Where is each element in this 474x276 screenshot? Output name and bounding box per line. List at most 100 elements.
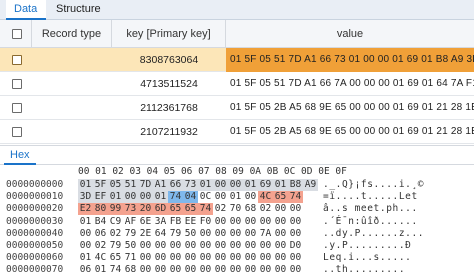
hex-byte[interactable]: 65 xyxy=(273,191,288,204)
hex-byte[interactable]: 00 xyxy=(213,179,228,191)
select-all-checkbox[interactable] xyxy=(12,29,22,39)
select-all-header[interactable] xyxy=(0,20,32,48)
hex-byte[interactable]: 00 xyxy=(138,264,153,276)
hex-byte[interactable]: 00 xyxy=(183,264,198,276)
hex-byte[interactable]: 01 xyxy=(78,252,93,264)
hex-line[interactable]: 0000000050 00 02 79 50 00 00 00 00 00 00 00 00 00 00 D0… xyxy=(0,240,474,252)
hex-byte[interactable]: 02 xyxy=(213,203,228,215)
hex-byte[interactable]: FB xyxy=(168,216,183,228)
hex-byte[interactable]: 50 xyxy=(123,240,138,252)
hex-byte[interactable]: 6E xyxy=(138,216,153,228)
hex-byte[interactable]: 20 xyxy=(138,203,153,216)
hex-line[interactable]: 0000000040 00 06 02 79 2E 64 79 50 00 00 00 00 7A 00 00… xyxy=(0,228,474,240)
hex-byte[interactable]: 00 xyxy=(78,240,93,252)
hex-byte[interactable]: 3A xyxy=(153,216,168,228)
hex-byte[interactable]: 00 xyxy=(273,228,288,240)
hex-byte[interactable]: 4C xyxy=(258,191,273,204)
hex-line[interactable]: 0000000070 06 01 74 68 00 00 00 00 00 00 00 00 00 00 00… xyxy=(0,264,474,276)
hex-byte[interactable]: 00 xyxy=(228,179,243,191)
hex-byte[interactable]: EE xyxy=(183,216,198,228)
hex-byte[interactable]: D0 xyxy=(288,240,303,252)
hex-byte[interactable]: 01 xyxy=(108,191,123,204)
hex-byte[interactable]: 50 xyxy=(183,228,198,240)
hex-byte[interactable]: 05 xyxy=(108,179,123,191)
hex-byte[interactable]: 00 xyxy=(288,203,303,215)
row-checkbox[interactable] xyxy=(12,127,22,137)
hex-byte[interactable]: 00 xyxy=(123,191,138,204)
hex-byte[interactable]: 01 xyxy=(273,179,288,191)
hex-byte[interactable]: 4C xyxy=(93,252,108,264)
hex-byte[interactable]: 6D xyxy=(153,203,168,216)
column-header-value[interactable]: value xyxy=(226,20,474,48)
row-checkbox[interactable] xyxy=(12,79,22,89)
hex-byte[interactable]: 00 xyxy=(213,240,228,252)
hex-byte[interactable]: 7D xyxy=(138,179,153,191)
hex-byte[interactable]: 79 xyxy=(123,228,138,240)
hex-byte[interactable]: 74 xyxy=(198,203,213,216)
column-header-record-type[interactable]: Record type xyxy=(32,20,112,48)
hex-byte[interactable]: 0C xyxy=(198,191,213,203)
hex-byte[interactable]: 06 xyxy=(93,228,108,240)
hex-byte[interactable]: 66 xyxy=(168,179,183,191)
hex-byte[interactable]: EF xyxy=(93,191,108,204)
hex-byte[interactable]: 00 xyxy=(288,216,303,228)
hex-byte[interactable]: 00 xyxy=(243,264,258,276)
hex-byte[interactable]: 65 xyxy=(183,203,198,216)
hex-byte[interactable]: A9 xyxy=(303,179,318,191)
hex-byte[interactable]: 65 xyxy=(168,203,183,216)
hex-byte[interactable]: B4 xyxy=(93,216,108,228)
hex-byte[interactable]: 06 xyxy=(78,264,93,276)
hex-byte[interactable]: 00 xyxy=(138,252,153,264)
hex-byte[interactable]: 00 xyxy=(258,252,273,264)
hex-byte[interactable]: 00 xyxy=(183,252,198,264)
hex-byte[interactable]: 00 xyxy=(183,240,198,252)
hex-byte[interactable]: 73 xyxy=(123,203,138,216)
hex-byte[interactable]: 00 xyxy=(273,264,288,276)
row-checkbox[interactable] xyxy=(12,103,22,113)
hex-byte[interactable]: 00 xyxy=(168,252,183,264)
hex-byte[interactable]: B8 xyxy=(288,179,303,191)
hex-byte[interactable]: 64 xyxy=(153,228,168,240)
hex-byte[interactable]: 00 xyxy=(213,191,228,203)
hex-byte[interactable]: 00 xyxy=(138,240,153,252)
hex-viewer[interactable]: 00 01 02 03 04 05 06 07 08 09 0A 0B 0C 0… xyxy=(0,166,474,276)
table-row[interactable]: 2112361768 01 5F 05 2B A5 68 9E 65 00 00… xyxy=(0,96,474,120)
hex-byte[interactable]: 00 xyxy=(198,264,213,276)
hex-byte[interactable]: 00 xyxy=(153,264,168,276)
tab-structure[interactable]: Structure xyxy=(48,0,106,20)
hex-byte[interactable]: 02 xyxy=(258,203,273,215)
hex-byte[interactable]: 71 xyxy=(123,252,138,264)
hex-line[interactable]: 0000000000 01 5F 05 51 7D A1 66 73 01 00 00 01 69 01 B8… xyxy=(0,179,474,191)
table-row[interactable]: 8308763064 01 5F 05 51 7D A1 66 73 01 00… xyxy=(0,48,474,72)
tab-data[interactable]: Data xyxy=(6,0,46,20)
hex-byte[interactable]: 00 xyxy=(168,240,183,252)
hex-byte[interactable]: 74 xyxy=(108,264,123,276)
hex-byte[interactable]: 01 xyxy=(78,216,93,228)
hex-byte[interactable]: 73 xyxy=(183,179,198,191)
hex-byte[interactable]: 99 xyxy=(108,203,123,216)
hex-byte[interactable]: 00 xyxy=(228,264,243,276)
hex-byte[interactable]: 00 xyxy=(213,252,228,264)
tab-hex[interactable]: Hex xyxy=(4,147,36,165)
hex-byte[interactable]: 00 xyxy=(258,264,273,276)
hex-byte[interactable]: 00 xyxy=(213,216,228,228)
hex-byte[interactable]: AF xyxy=(123,216,138,228)
hex-byte[interactable]: 00 xyxy=(243,228,258,240)
hex-byte[interactable]: 00 xyxy=(288,228,303,240)
hex-byte[interactable]: 00 xyxy=(243,191,258,203)
hex-byte[interactable]: 00 xyxy=(243,216,258,228)
hex-byte[interactable]: 00 xyxy=(228,228,243,240)
hex-byte[interactable]: 65 xyxy=(108,252,123,264)
hex-byte[interactable]: 01 xyxy=(153,191,168,204)
hex-byte[interactable]: 00 xyxy=(258,216,273,228)
hex-byte[interactable]: 80 xyxy=(93,203,108,216)
table-row[interactable]: 4713511524 01 5F 05 51 7D A1 66 7A 00 00… xyxy=(0,72,474,96)
hex-byte[interactable]: 00 xyxy=(228,240,243,252)
hex-line[interactable]: 0000000020 E2 80 99 73 20 6D 65 65 74 02 70 68 02 00 00… xyxy=(0,203,474,216)
hex-byte[interactable]: 01 xyxy=(228,191,243,203)
hex-byte[interactable]: 74 xyxy=(168,191,183,204)
hex-byte[interactable]: 00 xyxy=(288,252,303,264)
hex-byte[interactable]: 04 xyxy=(183,191,198,204)
hex-byte[interactable]: 00 xyxy=(273,240,288,252)
hex-byte[interactable]: C9 xyxy=(108,216,123,228)
